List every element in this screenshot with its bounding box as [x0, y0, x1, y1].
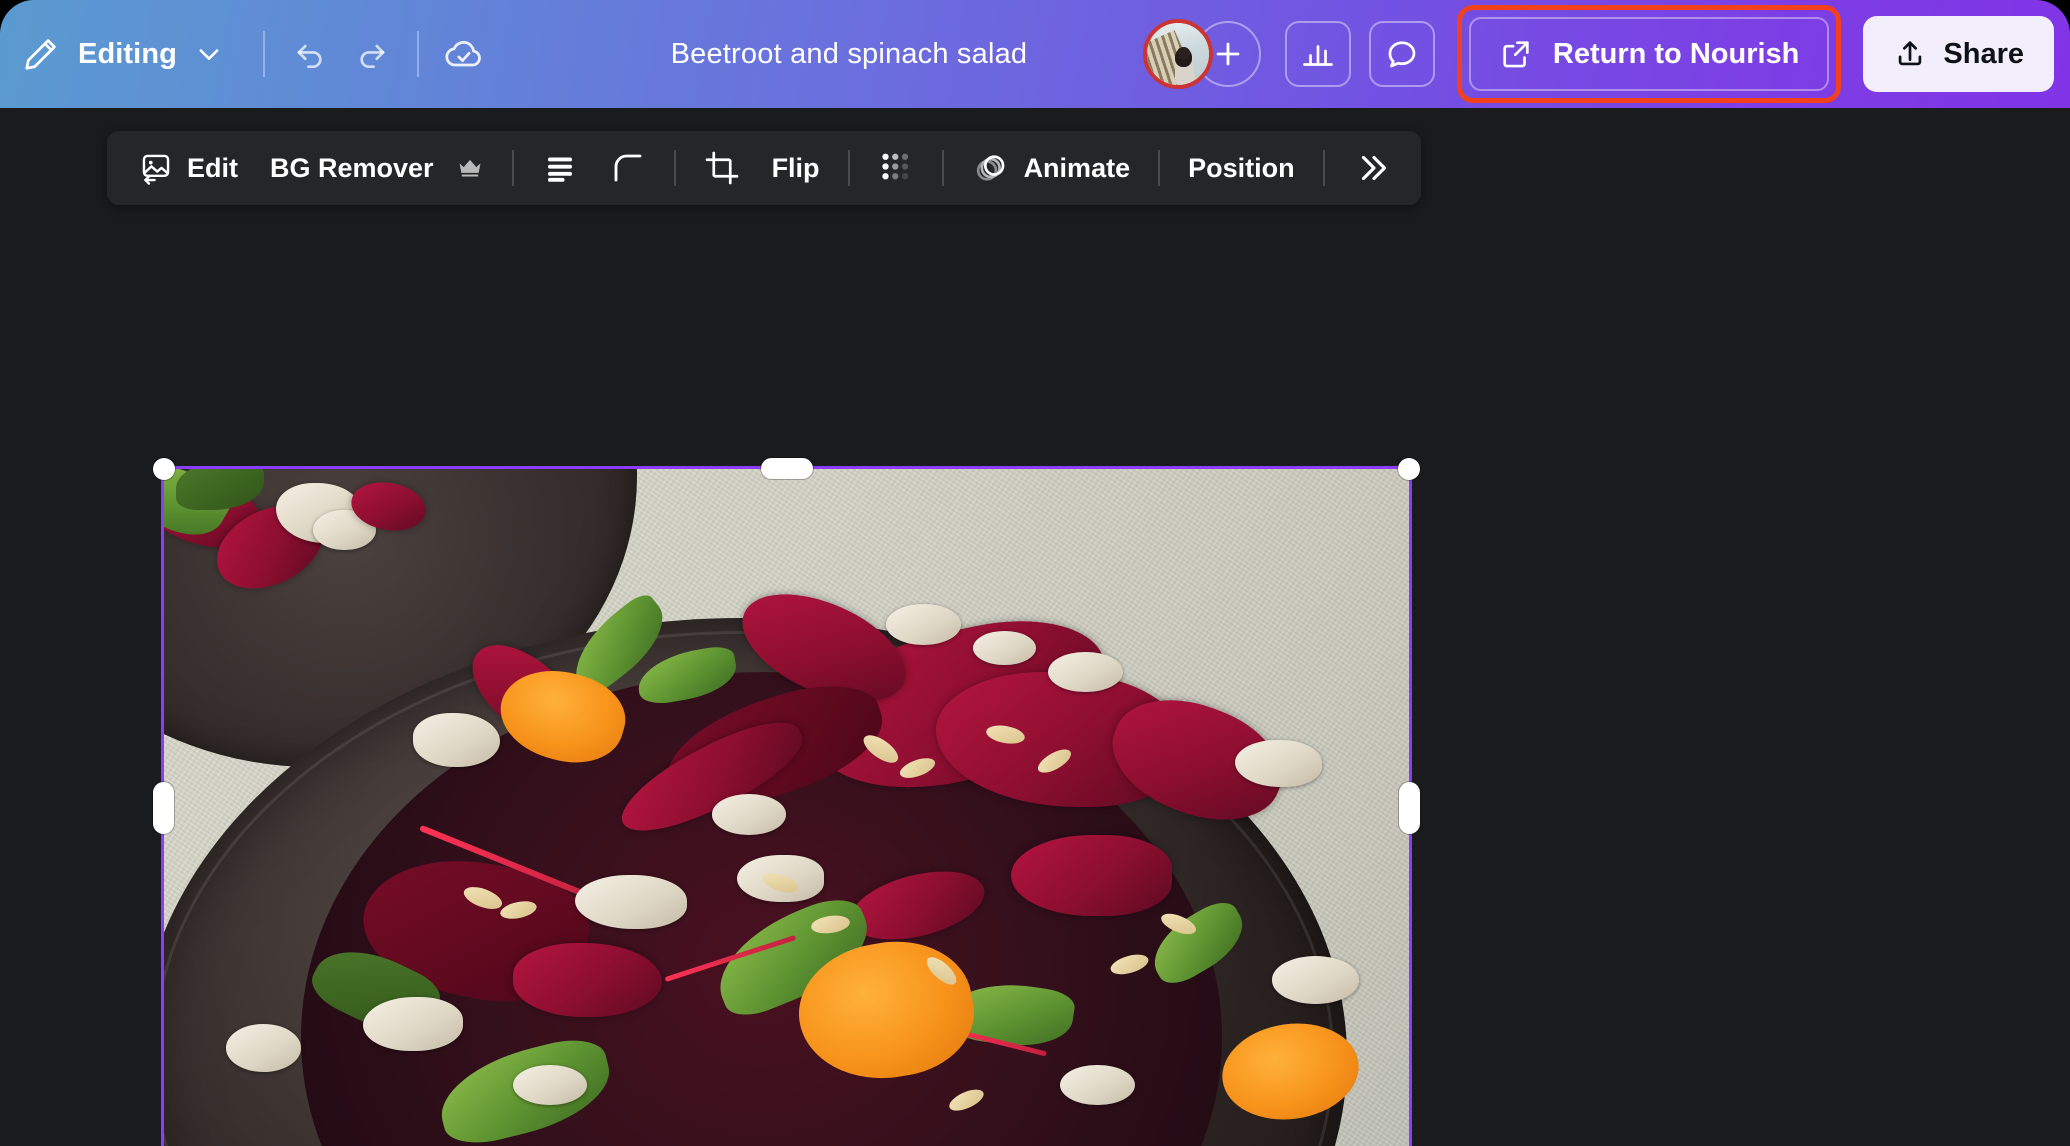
divider — [673, 150, 676, 186]
resize-handle-middle-left[interactable] — [153, 781, 174, 834]
salad-photo — [164, 469, 1409, 1146]
return-to-nourish-button[interactable]: Return to Nourish — [1468, 17, 1830, 91]
divider — [1322, 150, 1325, 186]
pencil-icon — [22, 35, 60, 73]
plus-icon — [1211, 37, 1245, 71]
resize-handle-middle-right[interactable] — [1399, 781, 1420, 834]
avatar-photo — [1146, 23, 1209, 85]
double-chevron-right-icon — [1353, 150, 1389, 186]
chevron-down-icon — [195, 40, 223, 68]
share-label: Share — [1943, 37, 2024, 70]
top-bar-right-group: Return to Nourish Share — [1142, 0, 2070, 108]
collaborators-group — [1142, 19, 1261, 89]
divider — [416, 31, 419, 77]
avatar[interactable] — [1142, 19, 1213, 89]
flip-button[interactable]: Flip — [756, 141, 836, 195]
edit-image-button[interactable]: Edit — [123, 141, 254, 195]
bg-remover-label: BG Remover — [270, 152, 434, 183]
document-title[interactable]: Beetroot and spinach salad — [495, 38, 1143, 71]
saved-status-button[interactable] — [433, 23, 495, 85]
animate-label: Animate — [1023, 152, 1131, 183]
position-label: Position — [1188, 152, 1295, 183]
animate-circles-icon — [972, 149, 1010, 187]
divider — [262, 31, 265, 77]
undo-button[interactable] — [279, 23, 341, 85]
comment-bubble-icon — [1384, 36, 1420, 72]
resize-handle-top-left[interactable] — [153, 458, 175, 480]
divider — [847, 150, 850, 186]
crop-button[interactable] — [688, 141, 756, 195]
external-link-icon — [1499, 37, 1533, 71]
adjust-button[interactable] — [526, 141, 594, 195]
resize-handle-top-right[interactable] — [1398, 458, 1420, 480]
crown-icon — [456, 154, 484, 182]
more-options-button[interactable] — [1337, 141, 1405, 195]
editing-mode-button[interactable]: Editing — [0, 0, 249, 108]
insights-button[interactable] — [1284, 21, 1351, 87]
bg-remover-button[interactable]: BG Remover — [254, 141, 500, 195]
position-button[interactable]: Position — [1172, 141, 1311, 195]
transparency-button[interactable] — [862, 141, 930, 195]
corner-radius-button[interactable] — [594, 141, 662, 195]
return-to-nourish-label: Return to Nourish — [1552, 37, 1800, 70]
corner-arc-icon — [610, 150, 646, 186]
edit-image-label: Edit — [187, 152, 238, 183]
return-to-nourish-highlight: Return to Nourish — [1456, 5, 1842, 103]
share-button[interactable]: Share — [1863, 16, 2054, 92]
top-bar-left-group: Editing — [0, 0, 495, 108]
flip-label: Flip — [771, 152, 820, 183]
animate-button[interactable]: Animate — [956, 141, 1147, 195]
cloud-check-icon — [442, 32, 486, 76]
canva-editor-window: Editing Beetroot and spinach salad Retur… — [0, 0, 2070, 1146]
bar-chart-icon — [1300, 36, 1336, 72]
top-bar: Editing Beetroot and spinach salad Retur… — [0, 0, 2070, 108]
redo-icon — [353, 35, 391, 73]
editor-canvas[interactable]: Edit BG Remover Flip Animate Position — [0, 108, 2070, 1146]
element-toolbar: Edit BG Remover Flip Animate Position — [107, 131, 1421, 205]
crop-icon — [704, 150, 740, 186]
selected-image-element[interactable] — [153, 458, 1420, 1146]
upload-icon — [1893, 37, 1927, 71]
image-edit-icon — [139, 151, 173, 185]
transparency-dots-icon — [878, 150, 914, 186]
undo-icon — [291, 35, 329, 73]
divider — [941, 150, 944, 186]
divider — [1158, 150, 1161, 186]
divider — [511, 150, 514, 186]
resize-handle-top-center[interactable] — [760, 458, 813, 479]
redo-button[interactable] — [341, 23, 403, 85]
sliders-lines-icon — [542, 150, 578, 186]
editing-mode-label: Editing — [78, 37, 177, 70]
comments-button[interactable] — [1368, 21, 1435, 87]
